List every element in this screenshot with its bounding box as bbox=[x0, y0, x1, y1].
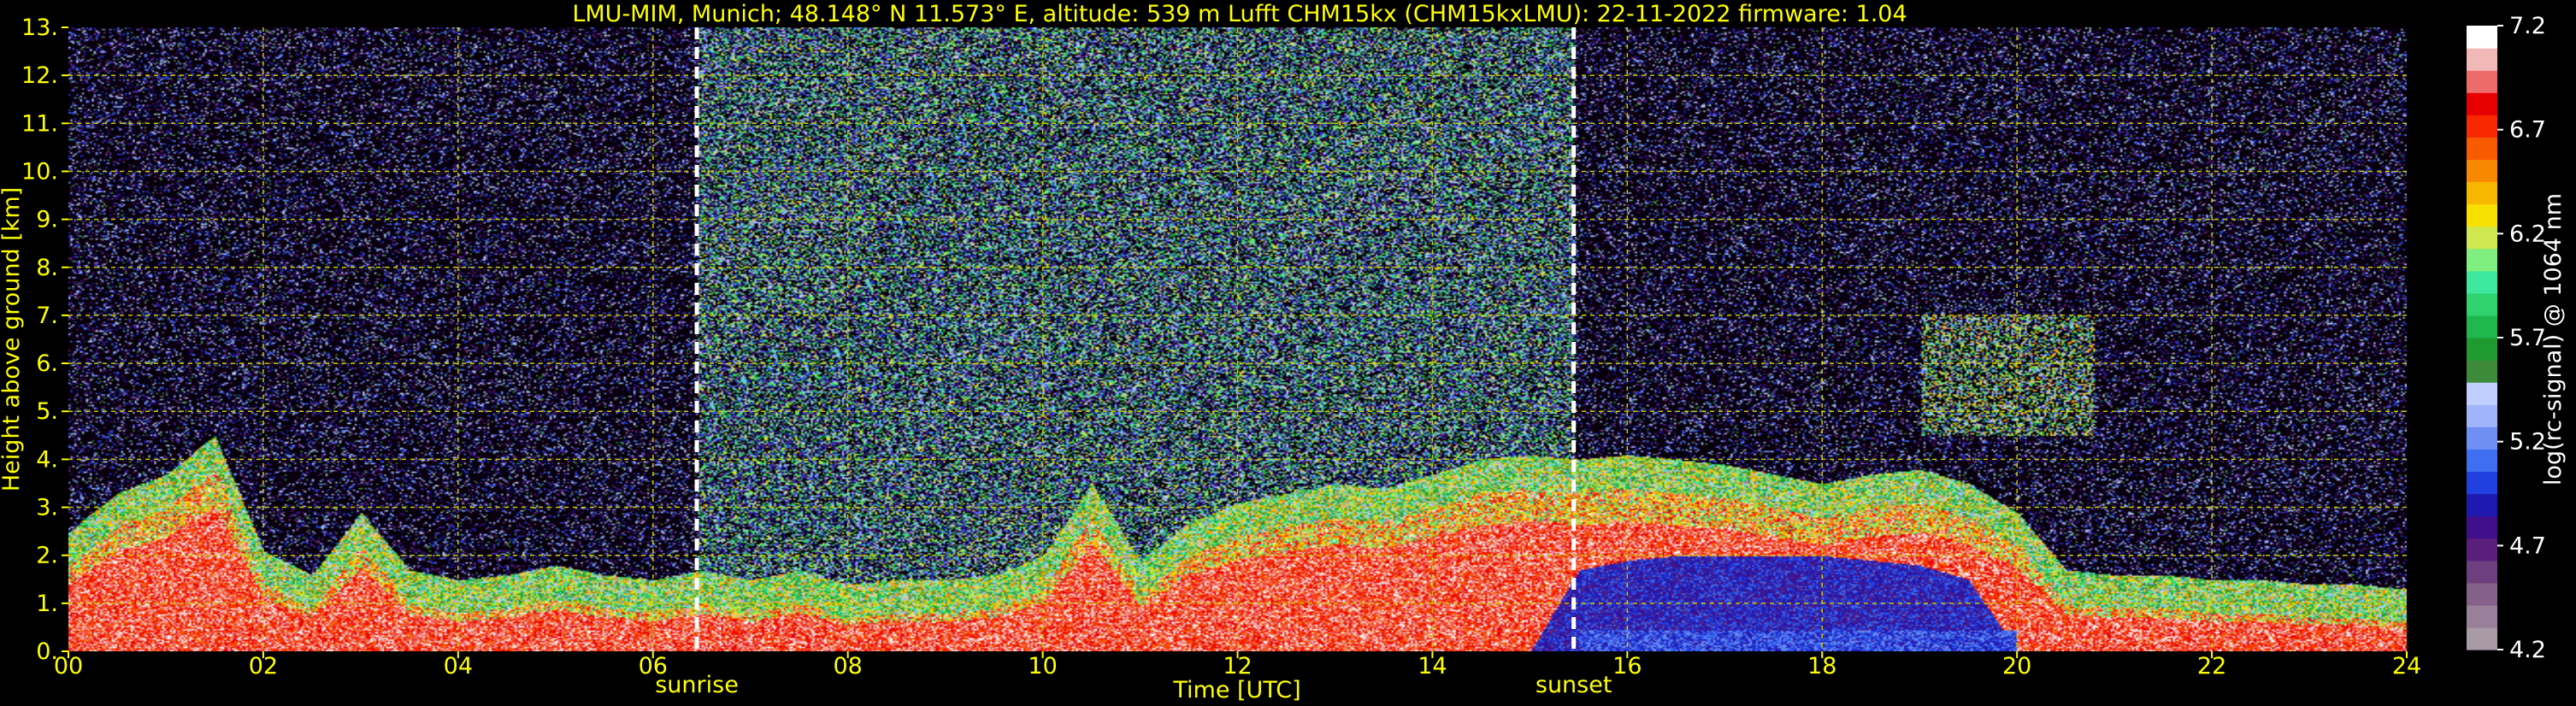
colorbar-swatch bbox=[2467, 292, 2497, 316]
x-tick-label: 14 bbox=[1418, 653, 1447, 680]
colorbar-swatch bbox=[2467, 338, 2497, 361]
colorbar-swatch bbox=[2467, 159, 2497, 183]
colorbar-swatch bbox=[2467, 26, 2497, 49]
y-tick-label: 7. bbox=[36, 303, 58, 329]
colorbar-swatch bbox=[2467, 427, 2497, 450]
y-tick-label: 13. bbox=[21, 15, 58, 41]
y-tick-label: 10. bbox=[21, 158, 58, 185]
colorbar-swatch bbox=[2467, 203, 2497, 227]
colorbar-tick-label: 4.7 bbox=[2509, 532, 2546, 559]
colorbar-swatch bbox=[2467, 627, 2497, 650]
y-axis-label: Height above ground [km] bbox=[0, 187, 25, 491]
colorbar-tick-label: 7.2 bbox=[2509, 13, 2546, 39]
colorbar-swatch bbox=[2467, 137, 2497, 161]
colorbar-swatch bbox=[2467, 115, 2497, 138]
colorbar-swatch bbox=[2467, 560, 2497, 584]
y-tick-label: 2. bbox=[36, 543, 58, 569]
x-tick-label: 08 bbox=[833, 653, 862, 680]
x-tick-label: 00 bbox=[54, 653, 83, 680]
sunrise-label: sunrise bbox=[655, 672, 739, 698]
chart-title: LMU-MIM, Munich; 48.148° N 11.573° E, al… bbox=[572, 1, 1907, 27]
x-tick-label: 22 bbox=[2197, 653, 2226, 680]
colorbar-swatch bbox=[2467, 315, 2497, 338]
y-tick-label: 3. bbox=[36, 495, 58, 521]
colorbar-swatch bbox=[2467, 270, 2497, 294]
colorbar-swatch bbox=[2467, 449, 2497, 473]
y-tick-label: 4. bbox=[36, 446, 58, 473]
x-tick-label: 16 bbox=[1612, 653, 1642, 680]
y-tick-label: 1. bbox=[36, 591, 58, 617]
colorbar-swatch bbox=[2467, 360, 2497, 383]
y-tick-label: 6. bbox=[36, 350, 58, 377]
x-tick-label: 24 bbox=[2392, 653, 2421, 680]
x-tick-label: 20 bbox=[2002, 653, 2031, 680]
x-tick-label: 18 bbox=[1807, 653, 1836, 680]
x-axis-label: Time [UTC] bbox=[1172, 677, 1300, 703]
colorbar-swatch bbox=[2467, 538, 2497, 562]
plot-area bbox=[68, 27, 2407, 651]
colorbar-swatch bbox=[2467, 248, 2497, 272]
colorbar-tick-label: 4.2 bbox=[2509, 637, 2546, 663]
colorbar-swatch bbox=[2467, 515, 2497, 539]
x-tick-label: 02 bbox=[249, 653, 278, 680]
y-tick-label: 11. bbox=[21, 110, 58, 137]
y-tick-label: 5. bbox=[36, 398, 58, 425]
x-tick-label: 04 bbox=[444, 653, 473, 680]
lidar-ceilometer-chart: LMU-MIM, Munich; 48.148° N 11.573° E, al… bbox=[0, 0, 2576, 706]
x-tick-label: 12 bbox=[1223, 653, 1252, 680]
colorbar-swatch bbox=[2467, 493, 2497, 517]
y-tick-label: 12. bbox=[21, 62, 58, 89]
colorbar-swatch bbox=[2467, 226, 2497, 250]
colorbar-tick-label: 6.7 bbox=[2509, 117, 2546, 144]
colorbar-swatch bbox=[2467, 48, 2497, 71]
colorbar-swatch bbox=[2467, 582, 2497, 606]
y-tick-label: 8. bbox=[36, 255, 58, 281]
colorbar-swatch bbox=[2467, 404, 2497, 427]
sunset-label: sunset bbox=[1536, 672, 1612, 698]
colorbar-swatch bbox=[2467, 471, 2497, 495]
colorbar-swatch bbox=[2467, 604, 2497, 628]
x-tick-label: 10 bbox=[1028, 653, 1057, 680]
colorbar-label: log(rc-signal) @ 1064 nm bbox=[2540, 193, 2567, 485]
colorbar-swatch bbox=[2467, 92, 2497, 115]
y-tick-label: 9. bbox=[36, 207, 58, 233]
colorbar-swatch bbox=[2467, 181, 2497, 205]
colorbar-swatch bbox=[2467, 382, 2497, 405]
colorbar-swatch bbox=[2467, 70, 2497, 93]
